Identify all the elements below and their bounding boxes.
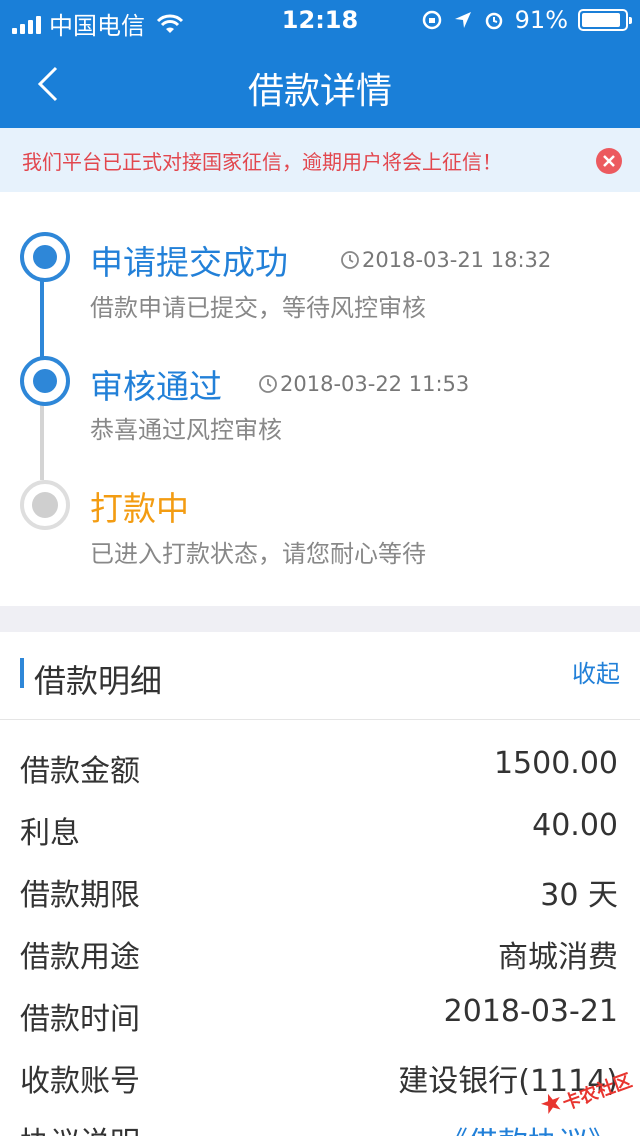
battery-icon <box>578 9 632 31</box>
location-icon <box>454 12 471 28</box>
clock-icon <box>341 251 359 269</box>
row-label: 借款金额 <box>20 754 140 789</box>
row-label: 协议说明 <box>20 1118 140 1136</box>
row-value: 商城消费 <box>498 940 618 975</box>
alarm-icon <box>485 12 502 30</box>
detail-row-purpose: 借款用途 商城消费 <box>0 920 640 982</box>
step-desc: 借款申请已提交，等待风控审核 <box>90 294 426 322</box>
row-value: 30 天 <box>540 878 618 913</box>
app-header: 中国电信 12:18 91% 借款详情 <box>0 0 640 128</box>
step-time-text: 2018-03-22 11:53 <box>280 372 470 396</box>
collapse-button[interactable]: 收起 <box>572 654 620 689</box>
step-time-text: 2018-03-21 18:32 <box>362 248 552 272</box>
detail-header: 借款明细 收起 <box>0 632 640 720</box>
step-time: 2018-03-21 18:32 <box>340 248 551 272</box>
detail-row-term: 借款期限 30 天 <box>0 858 640 920</box>
rotation-lock-icon <box>422 10 441 30</box>
step-time: 2018-03-22 11:53 <box>258 372 469 396</box>
status-bar-right: 91% <box>421 6 632 34</box>
step-title: 审核通过 <box>90 367 222 406</box>
step-desc: 已进入打款状态，请您耐心等待 <box>90 540 426 568</box>
row-label: 借款用途 <box>20 940 140 975</box>
row-label: 借款期限 <box>20 878 140 913</box>
loan-detail-card: 借款明细 收起 借款金额 1500.00 利息 40.00 借款期限 30 天 … <box>0 632 640 1136</box>
detail-row-interest: 利息 40.00 <box>0 796 640 858</box>
battery-percent: 91% <box>514 6 568 34</box>
clock-icon <box>259 375 277 393</box>
detail-row-date: 借款时间 2018-03-21 <box>0 982 640 1044</box>
section-accent-bar <box>20 658 24 688</box>
step-title: 申请提交成功 <box>90 243 288 282</box>
row-label: 收款账号 <box>20 1064 140 1099</box>
row-value: 2018-03-21 <box>443 994 618 1029</box>
row-value: 40.00 <box>532 808 618 843</box>
status-timeline: 申请提交成功 2018-03-21 18:32 借款申请已提交，等待风控审核 审… <box>0 192 640 606</box>
notice-banner: 我们平台已正式对接国家征信，逾期用户将会上征信！ <box>0 128 640 192</box>
watermark-text: 卡农社区 <box>560 1070 635 1115</box>
step-title: 打款中 <box>90 489 189 528</box>
detail-row-amount: 借款金额 1500.00 <box>0 734 640 796</box>
timeline-connector <box>40 404 44 480</box>
battery-fill <box>582 13 621 27</box>
step-done-icon <box>20 232 70 282</box>
step-pending-icon <box>20 480 70 530</box>
row-value: 1500.00 <box>493 746 618 781</box>
notice-text: 我们平台已正式对接国家征信，逾期用户将会上征信！ <box>22 149 502 174</box>
step-desc: 恭喜通过风控审核 <box>90 416 282 444</box>
detail-title: 借款明细 <box>34 662 163 700</box>
step-done-icon <box>20 356 70 406</box>
status-bar: 中国电信 12:18 91% <box>0 0 640 40</box>
nav-bar: 借款详情 <box>0 40 640 128</box>
row-label: 利息 <box>20 816 80 851</box>
page-title: 借款详情 <box>247 71 392 112</box>
close-icon[interactable] <box>596 148 622 174</box>
row-label: 借款时间 <box>20 1002 140 1037</box>
